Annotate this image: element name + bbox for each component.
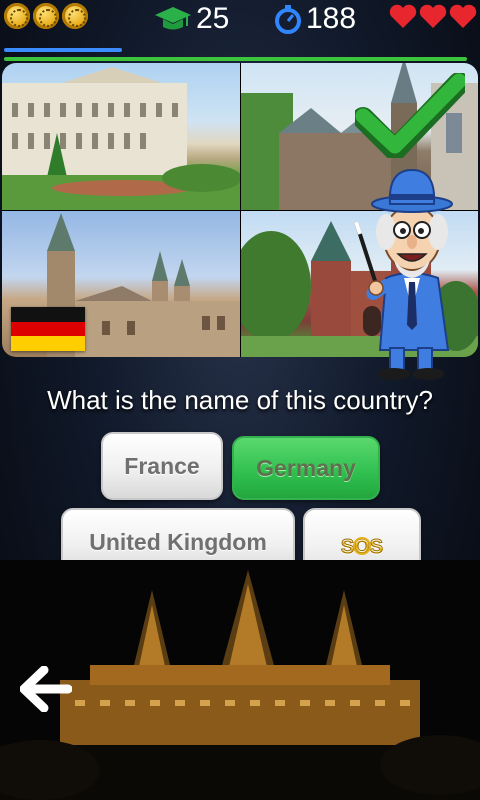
answer-france-button[interactable]: France [101,432,223,500]
time-value: 188 [306,2,357,35]
back-arrow-icon[interactable] [20,666,72,712]
heart-icon [419,4,447,28]
heart-icon [389,4,417,28]
level-progress-bar [4,57,467,61]
germany-flag-icon [11,307,85,352]
palace-garden-photo [2,63,240,210]
score-value: 25 [196,2,230,35]
lives [389,4,477,29]
temple-background [0,560,480,800]
heart-icon [449,4,477,28]
score-counter: 25 [154,2,229,36]
hud-bar: 25 188 [0,0,480,40]
answer-germany-button[interactable]: Germany [232,436,380,500]
coin-icon [33,3,59,29]
coin-icon [4,3,30,29]
timer: 188 [274,2,356,36]
coin-icon [62,3,88,29]
professor-mascot [354,168,453,380]
stopwatch-icon [275,5,301,34]
checkmark-icon [355,73,465,158]
question-text: What is the name of this country? [47,385,433,415]
graduation-cap-icon [155,7,191,30]
coins [4,3,88,29]
sos-icon: SOS [340,536,383,559]
time-progress-bar [4,48,122,52]
